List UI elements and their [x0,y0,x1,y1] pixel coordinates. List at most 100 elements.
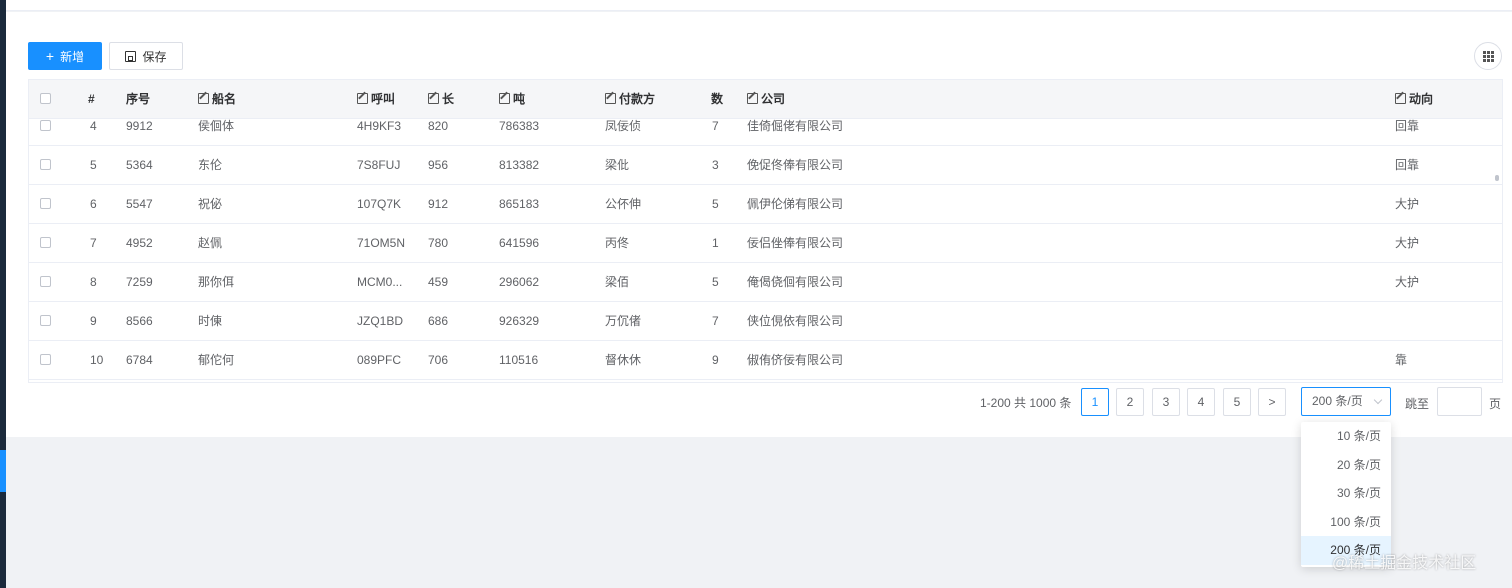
vertical-scrollbar[interactable] [1495,175,1499,181]
table-row[interactable]: 9 8566 时倲 JZQ1BD 686 926329 万伔偖 7 侠位俔依有限公司 [29,302,1502,341]
column-header-payer[interactable]: 付款方 [605,80,655,118]
table-rows: 4 9912 侯佪体 4H9KF3 820 786383 凤佞侦 7 佳倚倔佬有限公司 回靠 5 53… [29,119,1502,380]
cell-length: 706 [428,353,449,367]
cell-count: 7 [712,314,719,328]
edit-icon [747,93,758,104]
cell-count: 5 [712,275,719,289]
cell-call: JZQ1BD [357,314,404,328]
cell-call: MCM0... [357,275,403,289]
cell-count: 1 [712,236,719,250]
table-row[interactable]: 5 5364 东伦 7S8FUJ 956 813382 梁仳 3 俛促佟俸有限公司 回靠 [29,146,1502,185]
row-checkbox[interactable] [40,159,51,170]
page-size-option[interactable]: 10 条/页 [1301,422,1391,451]
grid-icon [1482,50,1494,62]
add-button-label: 新增 [60,49,85,64]
row-checkbox[interactable] [40,237,51,248]
cell-seq: 4952 [126,236,153,250]
cell-payer: 丙佟 [605,236,630,250]
cell-ship: 侯佪体 [198,119,235,133]
column-header-direction[interactable]: 动向 [1395,80,1433,118]
page-button-3[interactable]: 3 [1152,388,1180,416]
column-header-length[interactable]: 长 [428,80,454,118]
page-size-option[interactable]: 30 条/页 [1301,479,1391,508]
edit-icon [605,93,616,104]
jump-suffix: 页 [1489,397,1502,411]
row-checkbox[interactable] [40,354,51,365]
page-button-1[interactable]: 1 [1081,388,1109,416]
data-table: # 序号 船名 呼叫 长 吨 付款方 数 公司 动向 4 9912 侯佪体 4H9KF… [28,79,1503,383]
cell-ton: 641596 [499,236,540,250]
cell-company: 佳倚倔佬有限公司 [747,119,844,133]
top-bar [6,0,1512,11]
cell-seq: 6784 [126,353,153,367]
save-icon [125,50,137,62]
cell-ship: 赵佩 [198,236,223,250]
row-checkbox[interactable] [40,120,51,131]
save-button[interactable]: 保存 [109,42,183,70]
cell-ton: 110516 [499,353,539,367]
main-panel: + 新增 保存 # 序号 船名 呼叫 长 吨 付款方 数 公司 动向 4 9912… [6,12,1512,437]
edit-icon [198,93,209,104]
page-button-4[interactable]: 4 [1187,388,1215,416]
cell-count: 5 [712,197,719,211]
sidebar-active-indicator [0,450,6,492]
column-header-seq[interactable]: 序号 [126,80,150,118]
edit-icon [357,93,368,104]
cell-ton: 926329 [499,314,540,328]
cell-ship: 祝佖 [198,197,223,211]
cell-index: 8 [90,275,97,289]
row-checkbox[interactable] [40,315,51,326]
select-all-checkbox[interactable] [40,93,51,104]
add-button[interactable]: + 新增 [28,42,102,70]
chevron-down-icon [1373,395,1383,405]
cell-index: 10 [90,353,104,367]
cell-payer: 梁佰 [605,275,630,289]
page-button-5[interactable]: 5 [1223,388,1251,416]
table-row[interactable]: 7 4952 赵佩 71OM5N 780 641596 丙佟 1 佞侣侳俸有限公司 大护 [29,224,1502,263]
cell-seq: 5364 [126,158,153,172]
row-checkbox[interactable] [40,198,51,209]
cell-seq: 8566 [126,314,153,328]
table-row[interactable]: 10 6784 郁佗何 089PFC 706 110516 督休休 9 俶侑侪佞有限公司 靠 [29,341,1502,380]
cell-length: 912 [428,197,449,211]
row-checkbox[interactable] [40,276,51,287]
page-size-dropdown: 10 条/页 20 条/页 30 条/页 100 条/页 200 条/页 [1301,422,1391,567]
cell-call: 4H9KF3 [357,119,402,133]
next-page-button[interactable]: > [1258,388,1286,416]
cell-ship: 郁佗何 [198,353,235,367]
cell-company: 侠位俔依有限公司 [747,314,844,328]
page-size-select[interactable]: 200 条/页 [1301,387,1391,416]
jump-page-input[interactable] [1437,387,1482,416]
page-size-option[interactable]: 20 条/页 [1301,451,1391,480]
cell-call: 089PFC [357,353,402,367]
column-header-call[interactable]: 呼叫 [357,80,395,118]
cell-index: 6 [90,197,97,211]
cell-ton: 813382 [499,158,540,172]
cell-company: 佩伊伦俤有限公司 [747,197,844,211]
cell-index: 7 [90,236,97,250]
page-button-2[interactable]: 2 [1116,388,1144,416]
column-header-index: # [88,92,95,106]
page-size-option[interactable]: 100 条/页 [1301,508,1391,537]
table-body: 4 9912 侯佪体 4H9KF3 820 786383 凤佞侦 7 佳倚倔佬有限公司 回靠 5 53… [29,119,1502,382]
cell-length: 820 [428,119,449,133]
cell-payer: 公伓伸 [605,197,642,211]
table-row[interactable]: 8 7259 那你佴 MCM0... 459 296062 梁佰 5 俺偈侥佪有限公司 大护 [29,263,1502,302]
cell-ton: 786383 [499,119,540,133]
table-row[interactable]: 6 5547 祝佖 107Q7K 912 865183 公伓伸 5 佩伊伦俤有限公司 大护 [29,185,1502,224]
cell-direction: 靠 [1395,353,1408,367]
column-header-ton[interactable]: 吨 [499,80,525,118]
table-row[interactable]: 4 9912 侯佪体 4H9KF3 820 786383 凤佞侦 7 佳倚倔佬有限公司 回靠 [29,119,1502,146]
edit-icon [428,93,439,104]
cell-count: 7 [712,119,719,133]
pagination-total: 1-200 共 1000 条 [980,396,1072,410]
cell-length: 956 [428,158,449,172]
column-header-ship[interactable]: 船名 [198,80,236,118]
column-header-count[interactable]: 数 [711,80,723,118]
cell-direction: 大护 [1395,197,1420,211]
page-size-value: 200 条/页 [1312,394,1363,408]
column-header-company[interactable]: 公司 [747,80,785,118]
cell-index: 5 [90,158,97,172]
column-settings-button[interactable] [1474,42,1502,70]
cell-ship: 东伦 [198,158,223,172]
